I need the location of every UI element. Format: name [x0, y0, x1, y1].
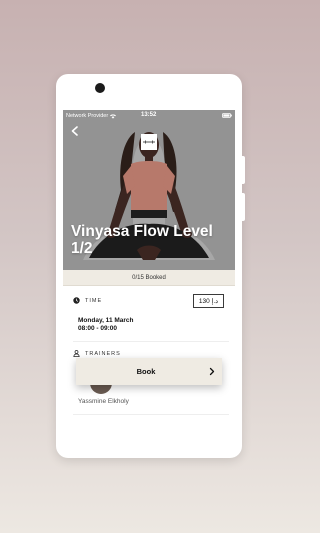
back-button[interactable]	[69, 124, 81, 136]
book-button[interactable]: Book	[76, 358, 222, 385]
phone-side-button	[242, 193, 245, 221]
chevron-left-icon	[71, 126, 78, 136]
time-section-header: TIME	[73, 297, 102, 304]
price-tag: 130 د.إ	[193, 294, 224, 308]
trainers-label: TRAINERS	[85, 350, 121, 357]
booking-count-bar: 0/15 Booked	[63, 270, 235, 286]
logo-mark-icon	[143, 140, 155, 144]
class-hero-image: Network Provider 13:52 Vinyasa Flow Leve…	[63, 110, 235, 270]
class-title: Vinyasa Flow Level 1/2	[71, 223, 213, 257]
studio-logo	[141, 134, 157, 150]
section-divider	[73, 414, 229, 415]
wifi-icon	[110, 113, 117, 119]
trainers-section-header: TRAINERS	[73, 350, 121, 357]
trainer-name[interactable]: Yassmine Elkholy	[78, 398, 129, 405]
clock: 13:52	[141, 112, 157, 118]
front-camera	[95, 83, 105, 93]
status-bar: Network Provider 13:52	[63, 110, 235, 122]
battery-icon	[222, 113, 232, 118]
book-button-label: Book	[136, 367, 156, 376]
section-divider	[73, 341, 229, 342]
carrier-label: Network Provider	[66, 113, 109, 119]
class-hours: 08:00 - 09:00	[78, 325, 118, 332]
time-label: TIME	[85, 297, 103, 304]
booking-count: 0/15 Booked	[132, 274, 166, 281]
price-value: 130 د.إ	[198, 298, 219, 305]
person-icon	[73, 350, 80, 357]
class-date: Monday, 11 March	[78, 317, 134, 324]
chevron-right-icon	[209, 367, 215, 376]
clock-icon	[73, 297, 80, 304]
phone-side-button	[242, 156, 245, 184]
